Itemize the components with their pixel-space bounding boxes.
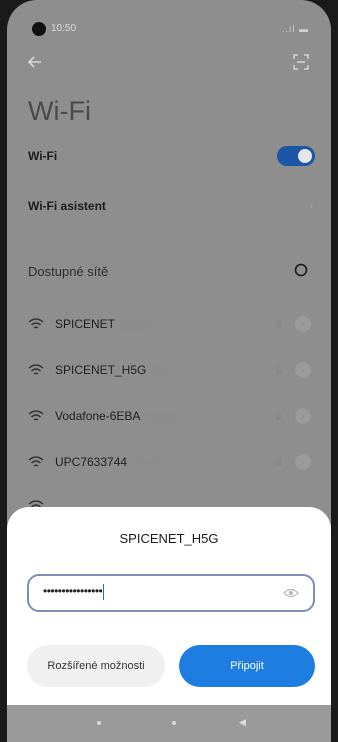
password-value: •••••••••••••••• (43, 584, 105, 600)
status-time: 10:50 (51, 23, 77, 34)
network-name: SPICENET_H5G 5G (55, 363, 168, 377)
wifi-toggle[interactable] (277, 146, 315, 166)
nav-back-icon[interactable]: ◀ (239, 717, 246, 728)
chevron-right-icon: › (309, 200, 313, 212)
network-name: UPC7633744 2.4G/5G (55, 455, 163, 469)
signal-battery-icon: ..ıl ▬ (281, 24, 309, 34)
network-info-icon[interactable]: › (295, 454, 311, 470)
wifi-assistant-row[interactable]: Wi-Fi asistent › (28, 193, 315, 223)
wifi-signal-icon (28, 364, 44, 375)
network-item[interactable]: SPICENET 2.4G/5G › (28, 314, 315, 336)
wifi-signal-icon (28, 456, 44, 467)
connect-dialog: SPICENET_H5G •••••••••••••••• Rozšířené … (7, 507, 331, 705)
page-title: Wi-Fi (28, 96, 91, 126)
network-name: Vodafone-6EBA 2.4G/5G (55, 409, 177, 423)
toggle-knob (298, 149, 312, 163)
phone-frame: 10:50 ..ıl ▬ Wi-Fi Wi-Fi Wi-Fi asistent … (0, 0, 338, 742)
status-bar: 10:50 ..ıl ▬ (7, 0, 331, 40)
show-password-icon[interactable] (283, 587, 299, 599)
network-band-badge: 2.4G/5G (132, 458, 163, 467)
network-info-icon[interactable]: › (295, 316, 311, 332)
advanced-options-button[interactable]: Rozšířené možnosti (27, 645, 165, 687)
nav-home-icon[interactable] (172, 721, 176, 725)
network-info-icon[interactable]: › (295, 408, 311, 424)
dialog-title: SPICENET_H5G (119, 531, 219, 546)
network-item[interactable]: SPICENET_H5G 5G › (28, 360, 315, 382)
toolbar (7, 52, 331, 76)
refresh-icon[interactable] (291, 260, 311, 280)
lock-icon (276, 366, 282, 374)
qr-scan-icon[interactable] (291, 52, 311, 72)
lock-icon (276, 320, 282, 328)
network-item[interactable]: UPC7633744 2.4G/5G › (28, 452, 315, 474)
network-band-badge: 2.4G/5G (145, 412, 177, 421)
wifi-toggle-row[interactable]: Wi-Fi (28, 143, 315, 173)
lock-icon (276, 458, 282, 466)
network-info-icon[interactable]: › (295, 362, 311, 378)
notification-icon (32, 22, 46, 36)
network-name: SPICENET 2.4G/5G (55, 317, 151, 331)
lock-icon (276, 412, 282, 420)
wifi-signal-icon (28, 410, 44, 421)
wifi-toggle-label: Wi-Fi (28, 149, 58, 163)
wifi-signal-icon (28, 318, 44, 329)
available-networks-label: Dostupné sítě (28, 264, 109, 279)
network-item[interactable]: Vodafone-6EBA 2.4G/5G › (28, 406, 315, 428)
wifi-assistant-label: Wi-Fi asistent (28, 199, 106, 213)
password-input[interactable]: •••••••••••••••• (27, 574, 315, 612)
connect-button[interactable]: Připojit (179, 645, 315, 687)
network-band-badge: 5G (151, 366, 168, 375)
network-band-badge: 2.4G/5G (120, 320, 151, 329)
back-arrow-icon[interactable] (25, 52, 45, 72)
nav-recents-icon[interactable] (97, 721, 101, 725)
text-caret (103, 584, 105, 600)
navigation-bar: ◀ (7, 705, 331, 742)
